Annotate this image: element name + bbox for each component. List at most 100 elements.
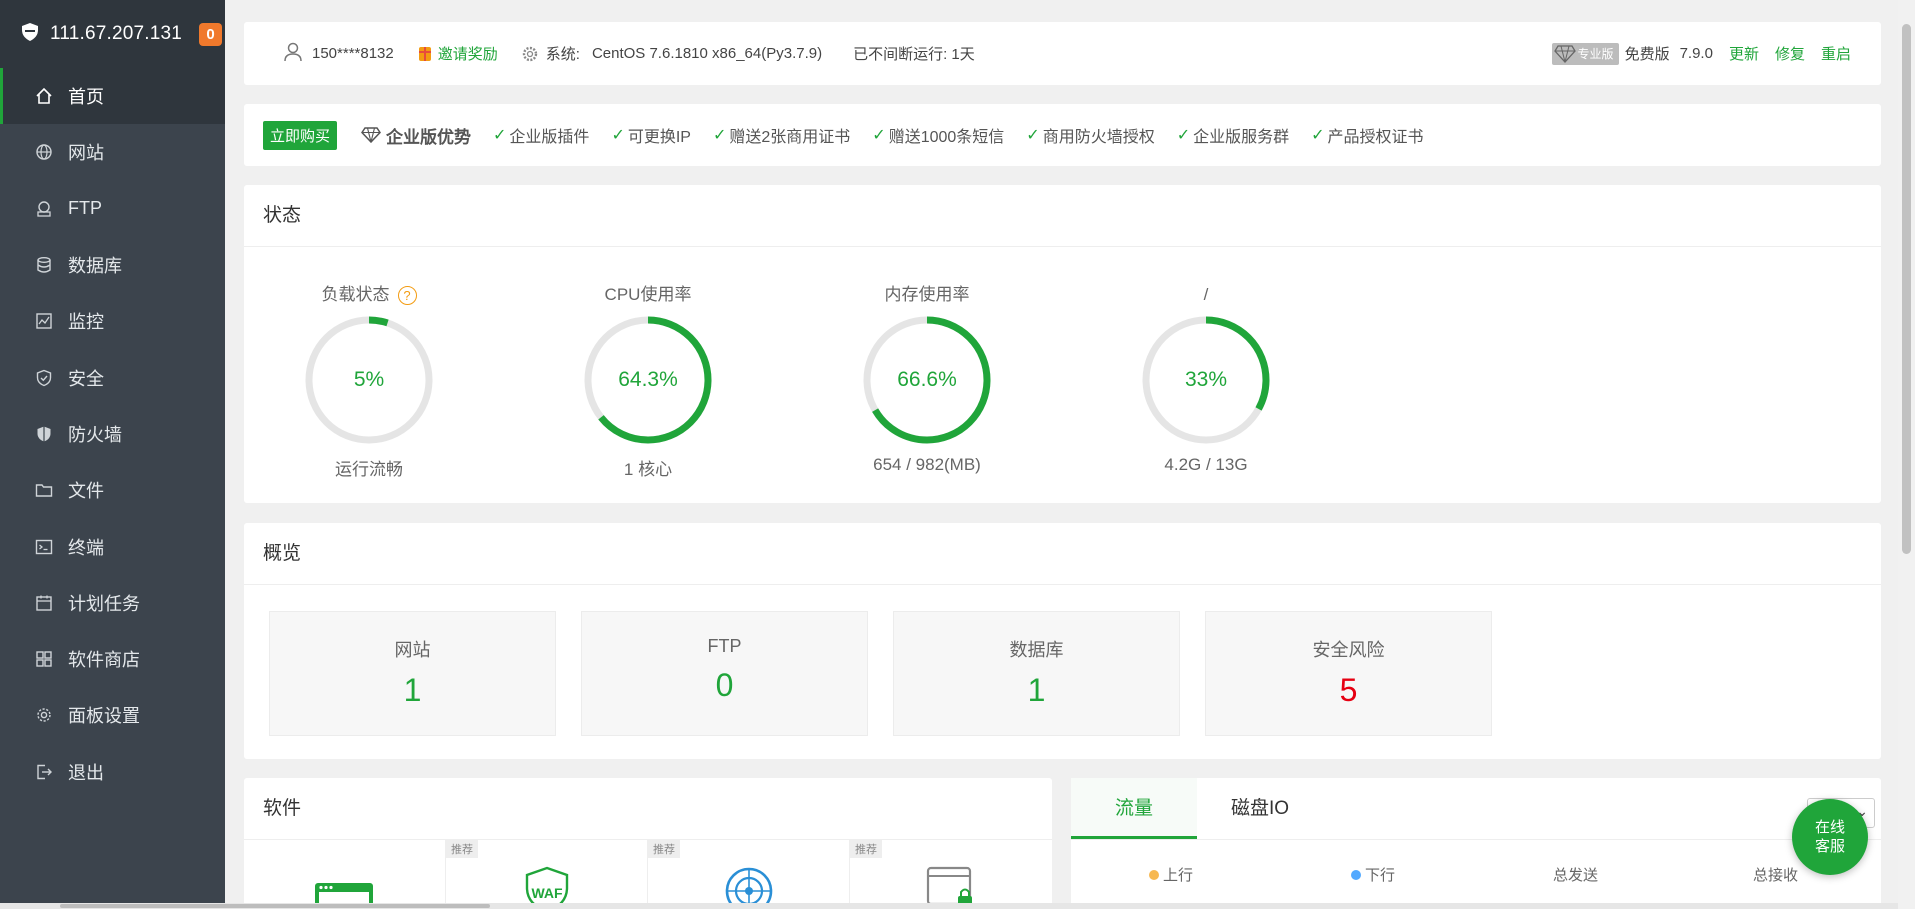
gauge-subtext: 运行流畅 bbox=[335, 460, 403, 479]
sidebar-item-files[interactable]: 文件 bbox=[0, 462, 225, 518]
overview-card-value: 1 bbox=[1027, 672, 1046, 708]
update-link[interactable]: 更新 bbox=[1729, 43, 1759, 64]
terminal-icon bbox=[34, 537, 54, 557]
software-item[interactable] bbox=[244, 840, 446, 909]
software-item[interactable]: 推荐 bbox=[648, 840, 850, 909]
repair-link[interactable]: 修复 bbox=[1775, 43, 1805, 64]
legend-total-received: 总接收 bbox=[1753, 864, 1798, 885]
sidebar-item-label: 监控 bbox=[68, 312, 104, 333]
sidebar-item-store[interactable]: 软件商店 bbox=[0, 631, 225, 687]
server-header[interactable]: 111.67.207.131 0 bbox=[0, 0, 225, 68]
recommend-tag: 推荐 bbox=[648, 840, 680, 858]
status-title: 状态 bbox=[244, 185, 1881, 247]
feature-item: ✓ 企业版服务群 bbox=[1177, 123, 1289, 147]
gauge-label-wrap: 负载状态? bbox=[289, 283, 449, 307]
upload-dot-icon bbox=[1149, 869, 1159, 880]
disk-gauge[interactable]: / 33% 4.2G / 13G bbox=[1126, 247, 1286, 475]
gauge-ring: 33% bbox=[1139, 313, 1273, 447]
cpu-gauge[interactable]: CPU使用率 64.3% 1 核心 bbox=[568, 247, 728, 480]
legend-label: 总发送 bbox=[1553, 867, 1599, 884]
overview-card-label: 网站 bbox=[394, 640, 431, 660]
ftp-icon bbox=[34, 199, 54, 219]
tab-disk-io[interactable]: 磁盘IO bbox=[1197, 778, 1323, 839]
overview-card-ftp[interactable]: FTP 0 bbox=[581, 611, 868, 736]
software-cells: 推荐 WAF 推荐 推荐 bbox=[244, 840, 1052, 909]
vertical-scrollbar[interactable] bbox=[1898, 0, 1915, 909]
version-number: 7.9.0 bbox=[1679, 45, 1713, 62]
check-icon: ✓ bbox=[1026, 127, 1040, 144]
folder-icon bbox=[34, 480, 54, 500]
feature-label: 商用防火墙授权 bbox=[1042, 129, 1155, 146]
sidebar-item-cron[interactable]: 计划任务 bbox=[0, 575, 225, 631]
shield-icon bbox=[34, 368, 54, 388]
legend-label: 上行 bbox=[1163, 867, 1194, 884]
chat-line-2: 客服 bbox=[1814, 838, 1845, 855]
invite-reward-link[interactable]: 邀请奖励 bbox=[438, 43, 498, 64]
server-shield-icon bbox=[20, 22, 40, 47]
memory-gauge[interactable]: 内存使用率 66.6% 654 / 982(MB) bbox=[847, 247, 1007, 475]
sidebar-item-security[interactable]: 安全 bbox=[0, 349, 225, 405]
sidebar-item-website[interactable]: 网站 bbox=[0, 124, 225, 180]
sidebar-item-settings[interactable]: 面板设置 bbox=[0, 687, 225, 743]
help-icon[interactable]: ? bbox=[397, 285, 417, 305]
sidebar-item-label: 防火墙 bbox=[68, 424, 122, 445]
software-item[interactable]: 推荐 WAF bbox=[446, 840, 648, 909]
feature-item: ✓ 赠送1000条短信 bbox=[872, 123, 1004, 147]
gauge-ring: 5% bbox=[302, 313, 436, 447]
software-panel: 软件 推荐 WAF 推荐 推荐 bbox=[244, 778, 1052, 909]
overview-card-website[interactable]: 网站 1 bbox=[269, 611, 556, 736]
firewall-icon bbox=[34, 424, 54, 444]
sidebar-item-label: 终端 bbox=[68, 537, 104, 558]
legend-upload: 上行 bbox=[1149, 864, 1193, 885]
hscrollbar-thumb[interactable] bbox=[60, 904, 490, 908]
edition-text: 免费版 bbox=[1624, 46, 1670, 63]
gauge-value: 64.3% bbox=[618, 368, 678, 391]
buy-now-button[interactable]: 立即购买 bbox=[263, 120, 338, 150]
feature-label: 可更换IP bbox=[627, 129, 691, 146]
sidebar-item-label: FTP bbox=[68, 198, 102, 219]
diamond-icon bbox=[1553, 44, 1576, 63]
overview-card-database[interactable]: 数据库 1 bbox=[893, 611, 1180, 736]
overview-card-label: 安全风险 bbox=[1312, 640, 1385, 660]
gauge-label: / bbox=[1203, 285, 1209, 304]
enterprise-title-text: 企业版优势 bbox=[386, 127, 472, 147]
software-item[interactable]: 推荐 bbox=[850, 840, 1052, 909]
user-icon bbox=[282, 41, 312, 67]
home-icon bbox=[34, 86, 54, 106]
sidebar-item-monitor[interactable]: 监控 bbox=[0, 293, 225, 349]
sidebar-item-label: 首页 bbox=[68, 87, 104, 108]
sidebar: 111.67.207.131 0 首页 网站 FTP 数据库 监控 安全 防火墙… bbox=[0, 0, 225, 909]
gauge-label: 负载状态 bbox=[321, 285, 390, 304]
load-gauge[interactable]: 负载状态? 5% 运行流畅 bbox=[289, 247, 449, 480]
scrollbar-thumb[interactable] bbox=[1902, 24, 1911, 554]
horizontal-scrollbar[interactable] bbox=[0, 903, 1898, 909]
gauge-label-wrap: 内存使用率 bbox=[847, 283, 1007, 307]
sidebar-item-label: 面板设置 bbox=[68, 706, 140, 727]
online-support-button[interactable]: 在线 客服 bbox=[1792, 799, 1868, 875]
version-area: 专业版 免费版 7.9.0 更新 修复 重启 bbox=[1551, 22, 1851, 85]
overview-cards: 网站 1 FTP 0 数据库 1 安全风险 5 bbox=[244, 585, 1881, 759]
grid-icon bbox=[34, 649, 54, 669]
tab-traffic[interactable]: 流量 bbox=[1071, 778, 1197, 839]
sidebar-item-terminal[interactable]: 终端 bbox=[0, 518, 225, 574]
notification-badge[interactable]: 0 bbox=[199, 22, 223, 46]
sidebar-item-database[interactable]: 数据库 bbox=[0, 237, 225, 293]
feature-item: ✓ 企业版插件 bbox=[493, 123, 589, 147]
sidebar-item-ftp[interactable]: FTP bbox=[0, 181, 225, 237]
sidebar-item-home[interactable]: 首页 bbox=[0, 68, 225, 125]
gauge-label-wrap: / bbox=[1126, 283, 1286, 307]
check-icon: ✓ bbox=[611, 127, 625, 144]
pro-badge[interactable]: 专业版 bbox=[1551, 42, 1619, 65]
sidebar-item-logout[interactable]: 退出 bbox=[0, 744, 225, 800]
restart-link[interactable]: 重启 bbox=[1821, 43, 1851, 64]
overview-card-security-risk[interactable]: 安全风险 5 bbox=[1205, 611, 1492, 736]
feature-label: 赠送2张商用证书 bbox=[729, 129, 851, 146]
top-info-bar: 150****8132 邀请奖励 系统: CentOS 7.6.1810 x86… bbox=[244, 22, 1881, 85]
gauge-ring: 66.6% bbox=[860, 313, 994, 447]
enterprise-title: 企业版优势 bbox=[361, 123, 471, 148]
system-label: 系统: bbox=[545, 46, 580, 63]
overview-title: 概览 bbox=[244, 523, 1881, 585]
sidebar-item-firewall[interactable]: 防火墙 bbox=[0, 406, 225, 462]
user-account[interactable]: 150****8132 bbox=[312, 45, 394, 62]
calendar-icon bbox=[34, 593, 54, 613]
